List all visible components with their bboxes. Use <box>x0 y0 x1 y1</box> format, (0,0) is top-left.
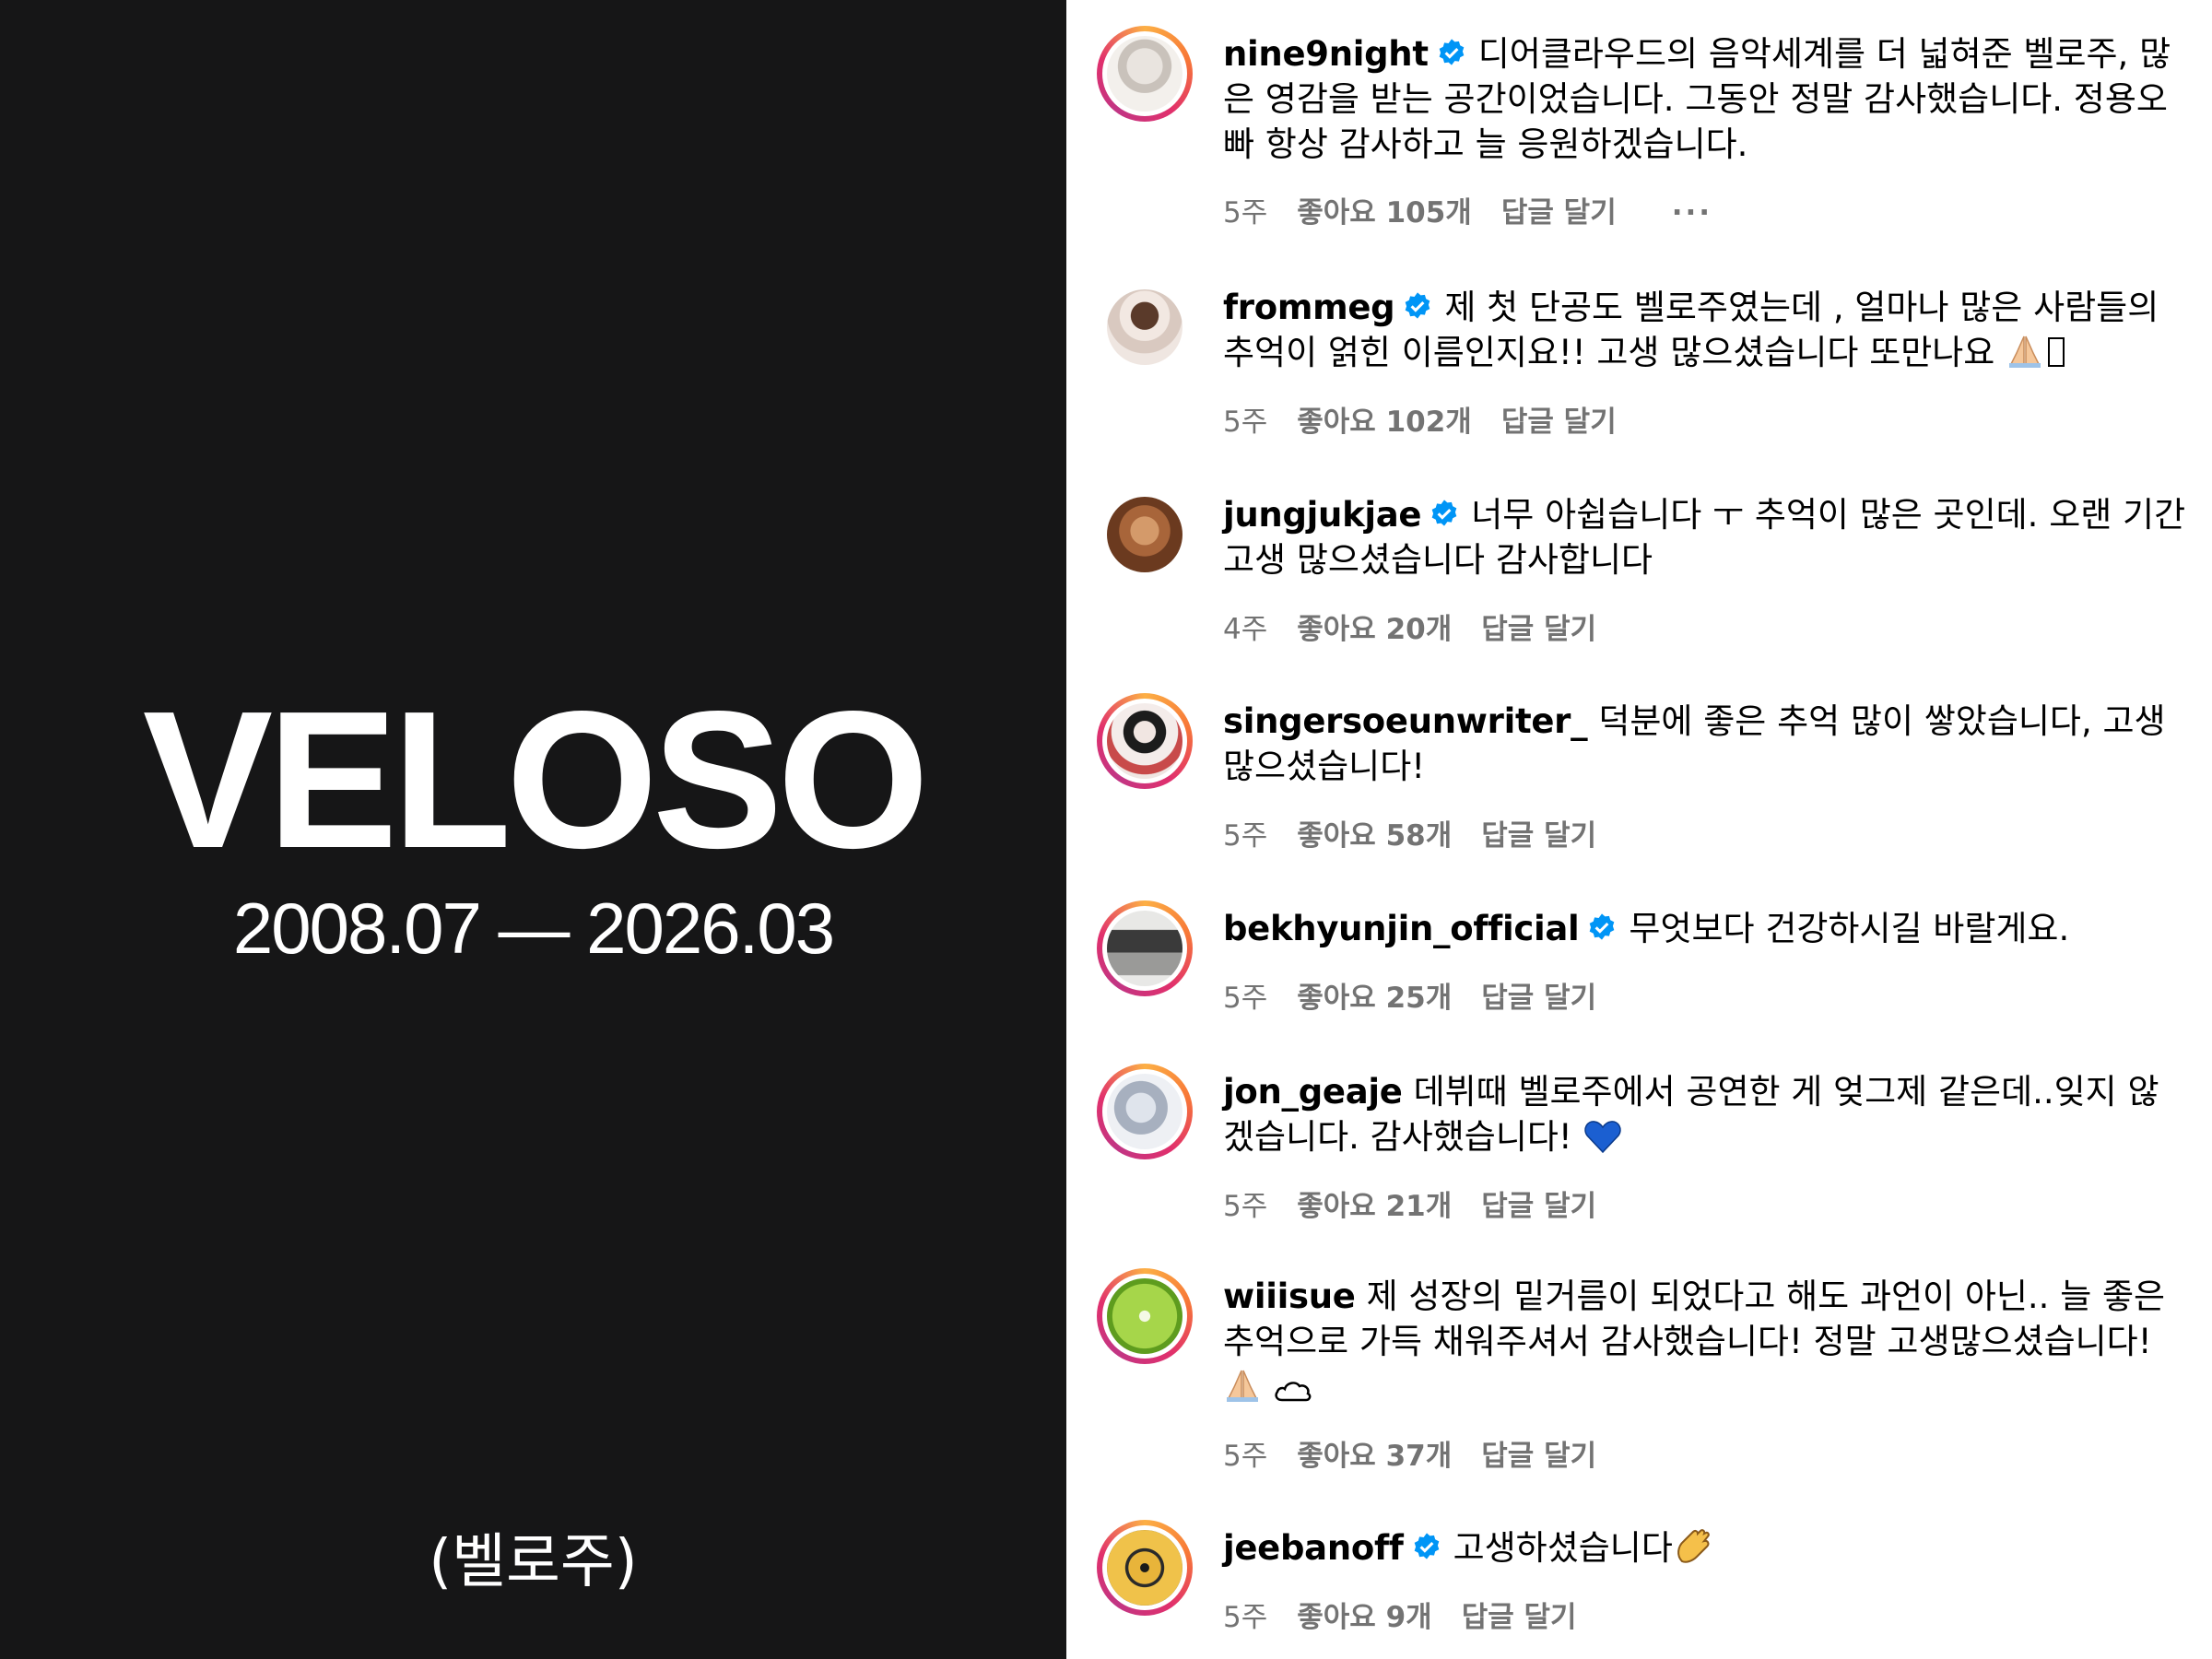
unsupported-glyph <box>2048 337 2065 367</box>
post-image: VELOSO 2008.07 — 2026.03 (벨로주) <box>0 0 1066 1659</box>
comment-meta: 5주 좋아요 102개 답글 달기 <box>1223 398 1646 440</box>
comment-likes[interactable]: 좋아요 102개 <box>1297 406 1472 439</box>
reply-button[interactable]: 답글 달기 <box>1501 406 1617 439</box>
post-dates: 2008.07 — 2026.03 <box>232 888 835 969</box>
cloud-emoji-icon <box>1275 1382 1312 1402</box>
comment-body: wiiisue 제 성장의 밑거름이 되었다고 해도 과언이 아닌.. 늘 좋은 … <box>1223 1274 2190 1409</box>
comments-panel[interactable]: nine9night 디어클라우드의 음악세계를 더 넓혀준 벨로주, 많은 영감… <box>1066 0 2212 1659</box>
comment-likes[interactable]: 좋아요 25개 <box>1297 982 1452 1015</box>
comment-time: 5주 <box>1223 406 1268 439</box>
reply-button[interactable]: 답글 달기 <box>1481 613 1596 646</box>
comment-text: 제 성장의 밑거름이 되었다고 해도 과언이 아닌.. 늘 좋은 추억으로 가득… <box>1223 1277 2166 1361</box>
reply-button[interactable]: 답글 달기 <box>1481 1190 1596 1223</box>
verified-badge-icon <box>1590 913 1615 940</box>
post-title: VELOSO <box>142 670 930 888</box>
comment-body: jeebanoff 고생하셨습니다 <box>1223 1525 2190 1571</box>
avatar[interactable] <box>1097 900 1193 996</box>
comment-username[interactable]: jungjukjae <box>1223 495 1422 535</box>
comment-username[interactable]: jon_geaje <box>1223 1072 1403 1112</box>
comment-time: 4주 <box>1223 613 1268 646</box>
comment-time: 5주 <box>1223 819 1268 853</box>
comment-meta: 5주 좋아요 37개 답글 달기 <box>1223 1432 1626 1474</box>
comment-likes[interactable]: 좋아요 20개 <box>1297 613 1452 646</box>
comment-username[interactable]: wiiisue <box>1223 1277 1356 1316</box>
avatar[interactable] <box>1097 1268 1193 1364</box>
comment-body: bekhyunjin_official 무엇보다 건강하시길 바랄게요. <box>1223 906 2190 951</box>
comment-username[interactable]: singersoeunwriter_ <box>1223 701 1588 741</box>
avatar[interactable] <box>1097 1064 1193 1159</box>
comment-time: 5주 <box>1223 1440 1268 1473</box>
pray-emoji-icon <box>2009 335 2041 368</box>
comment-meta: 5주 좋아요 9개 답글 달기 <box>1223 1594 1606 1635</box>
comment-text: 무엇보다 건강하시길 바랄게요. <box>1629 909 2070 948</box>
comment-time: 5주 <box>1223 196 1268 229</box>
pray-emoji-icon <box>1227 1370 1258 1402</box>
verified-badge-icon <box>1439 39 1465 65</box>
comment-likes[interactable]: 좋아요 21개 <box>1297 1190 1452 1223</box>
comment-meta: 5주 좋아요 21개 답글 달기 <box>1223 1182 1626 1224</box>
heart-emoji-icon <box>1583 1121 1621 1154</box>
reply-button[interactable]: 답글 달기 <box>1481 819 1596 853</box>
comment-username[interactable]: jeebanoff <box>1223 1528 1404 1568</box>
comment-username[interactable]: nine9night <box>1223 34 1429 74</box>
verified-badge-icon <box>1431 500 1457 526</box>
comment-body: jon_geaje 데뷔때 벨로주에서 공연한 게 엊그제 같은데..잊지 않겠습… <box>1223 1069 2190 1159</box>
comment-time: 5주 <box>1223 982 1268 1015</box>
reply-button[interactable]: 답글 달기 <box>1462 1601 1577 1634</box>
avatar[interactable] <box>1097 279 1193 375</box>
comment-username[interactable]: bekhyunjin_official <box>1223 909 1580 948</box>
comment-meta: 5주 좋아요 58개 답글 달기 <box>1223 812 1626 853</box>
reply-button[interactable]: 답글 달기 <box>1481 1440 1596 1473</box>
comment-time: 5주 <box>1223 1190 1268 1223</box>
screen: VELOSO 2008.07 — 2026.03 (벨로주) nine9nigh… <box>0 0 2212 1659</box>
comment-username[interactable]: frommeg <box>1223 288 1395 327</box>
more-options-icon[interactable]: ··· <box>1672 196 1712 229</box>
comment-body: frommeg 제 첫 단공도 벨로주였는데 , 얼마나 많은 사람들의 추억이 … <box>1223 285 2190 375</box>
avatar[interactable] <box>1097 26 1193 122</box>
verified-badge-icon <box>1414 1533 1439 1559</box>
comment-meta: 5주 좋아요 105개 답글 달기 ··· <box>1223 189 1742 230</box>
comment-time: 5주 <box>1223 1601 1268 1634</box>
clap-emoji-icon <box>1677 1529 1710 1563</box>
comment-likes[interactable]: 좋아요 58개 <box>1297 819 1452 853</box>
avatar[interactable] <box>1097 1520 1193 1616</box>
comment-body: jungjukjae 너무 아쉽습니다 ㅜ 추억이 많은 곳인데. 오랜 기간 고… <box>1223 492 2190 582</box>
post-caption: (벨로주) <box>429 1528 638 1596</box>
comment-text: 고생하셨습니다 <box>1453 1528 1673 1568</box>
reply-button[interactable]: 답글 달기 <box>1501 196 1617 229</box>
comment-likes[interactable]: 좋아요 105개 <box>1297 196 1472 229</box>
verified-badge-icon <box>1406 292 1430 319</box>
comment-body: singersoeunwriter_ 덕분에 좋은 추억 많이 쌓았습니다, 고생… <box>1223 699 2190 789</box>
comment-likes[interactable]: 좋아요 37개 <box>1297 1440 1452 1473</box>
comment-body: nine9night 디어클라우드의 음악세계를 더 넓혀준 벨로주, 많은 영감… <box>1223 31 2190 167</box>
reply-button[interactable]: 답글 달기 <box>1481 982 1596 1015</box>
avatar[interactable] <box>1097 487 1193 582</box>
comment-meta: 5주 좋아요 25개 답글 달기 <box>1223 974 1626 1016</box>
avatar[interactable] <box>1097 693 1193 789</box>
comment-likes[interactable]: 좋아요 9개 <box>1297 1601 1431 1634</box>
comment-meta: 4주 좋아요 20개 답글 달기 <box>1223 606 1626 647</box>
